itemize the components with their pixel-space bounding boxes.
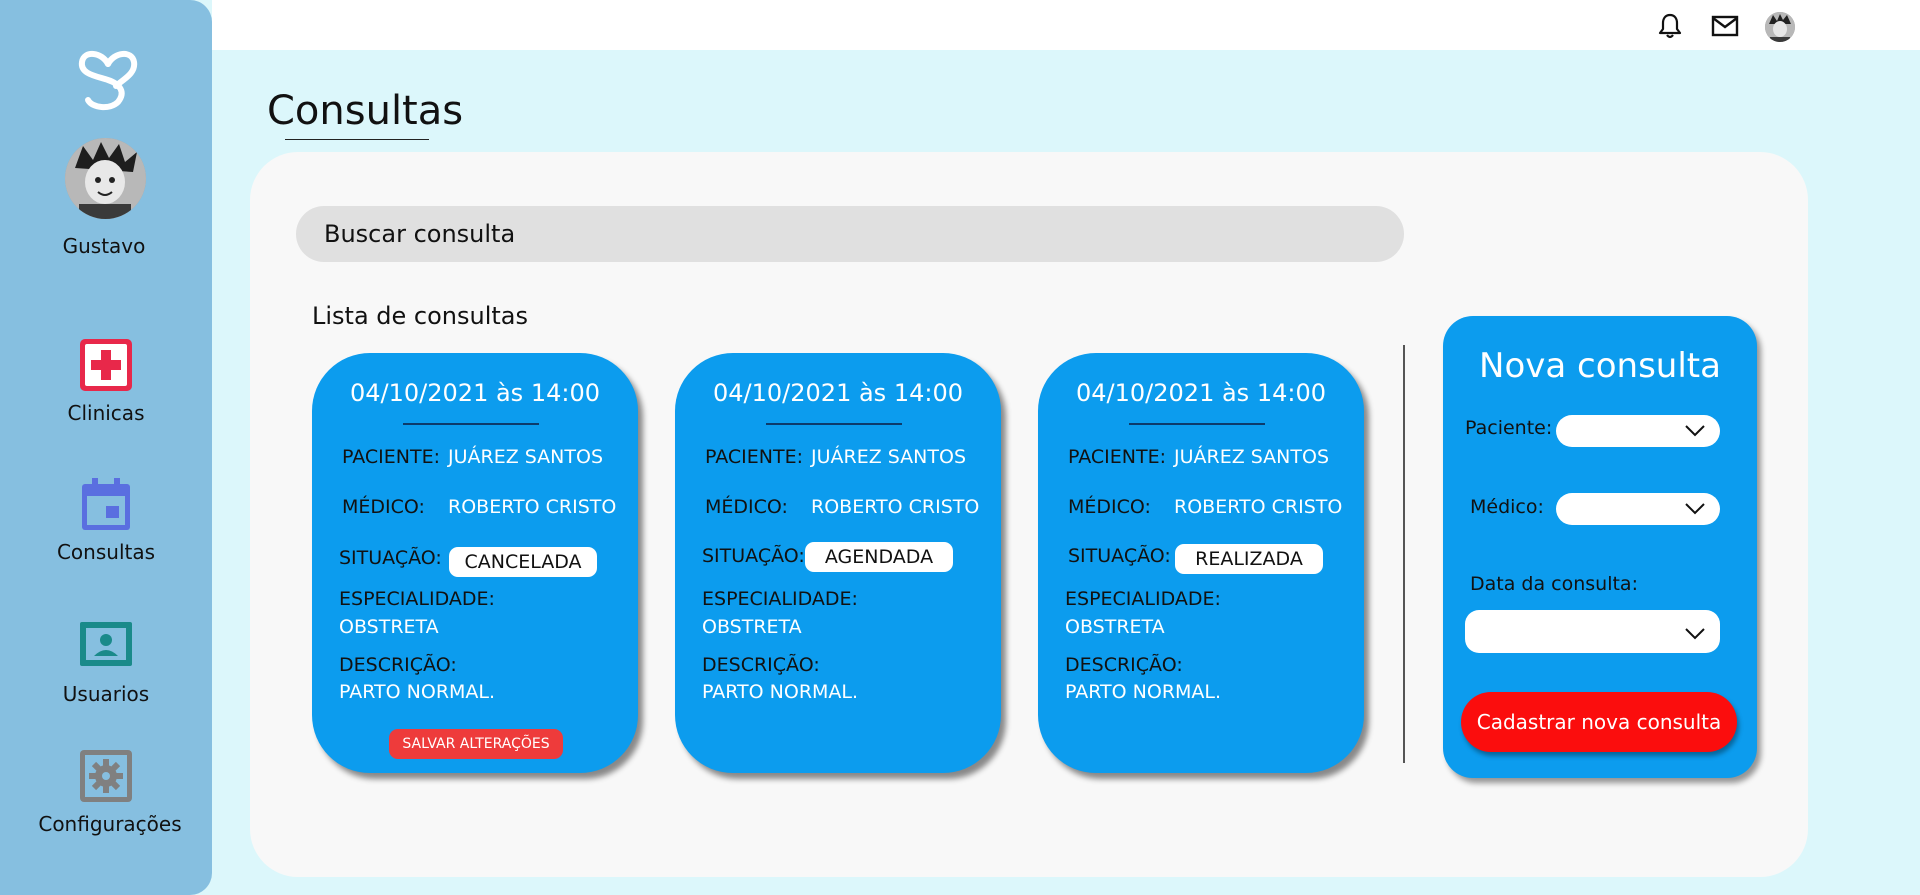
consultation-card: 04/10/2021 às 14:00 PACIENTE: JUÁREZ SAN… (675, 353, 1001, 773)
descricao-value: PARTO NORMAL. (339, 681, 496, 703)
descricao-value: PARTO NORMAL. (1065, 681, 1222, 703)
card-date: 04/10/2021 às 14:00 (1076, 379, 1326, 407)
medico-label: Médico: (1470, 496, 1544, 518)
especialidade-value: OBSTRETA (1065, 616, 1165, 638)
search-input[interactable] (296, 206, 1404, 262)
especialidade-label: ESPECIALIDADE: (702, 588, 858, 610)
status-badge[interactable]: CANCELADA (449, 547, 597, 577)
situacao-label: SITUAÇÃO: (339, 547, 442, 569)
paciente-label: PACIENTE: (342, 446, 441, 468)
card-date: 04/10/2021 às 14:00 (713, 379, 963, 407)
user-name: Gustavo (62, 234, 146, 258)
medico-label: MÉDICO: (705, 496, 788, 518)
status-badge[interactable]: REALIZADA (1175, 544, 1323, 574)
bell-icon[interactable] (1656, 12, 1684, 40)
divider (1129, 423, 1265, 425)
paciente-label: Paciente: (1465, 417, 1553, 439)
title-underline (285, 139, 429, 140)
chevron-down-icon (1685, 503, 1705, 515)
page-title: Consultas (267, 88, 464, 134)
heart-s-logo-icon[interactable] (76, 46, 140, 114)
paciente-value: JUÁREZ SANTOS (811, 446, 967, 468)
data-consulta-label: Data da consulta: (1470, 573, 1638, 595)
situacao-label: SITUAÇÃO: (1068, 545, 1171, 567)
descricao-label: DESCRIÇÃO: (339, 654, 457, 676)
sidebar-item-label: Consultas (56, 540, 156, 564)
paciente-value: JUÁREZ SANTOS (1174, 446, 1330, 468)
descricao-label: DESCRIÇÃO: (702, 654, 820, 676)
new-consultation-title: Nova consulta (1479, 346, 1721, 386)
avatar[interactable] (65, 138, 146, 219)
paciente-select[interactable] (1556, 415, 1720, 447)
first-aid-icon (80, 339, 132, 391)
mail-icon[interactable] (1711, 12, 1739, 40)
paciente-label: PACIENTE: (705, 446, 804, 468)
paciente-value: JUÁREZ SANTOS (448, 446, 604, 468)
list-title: Lista de consultas (312, 302, 529, 330)
medico-value: ROBERTO CRISTO (1174, 496, 1343, 518)
divider (766, 423, 902, 425)
medico-select[interactable] (1556, 493, 1720, 525)
descricao-value: PARTO NORMAL. (702, 681, 859, 703)
avatar[interactable] (1765, 12, 1795, 42)
medico-value: ROBERTO CRISTO (448, 496, 617, 518)
consultation-card: 04/10/2021 às 14:00 PACIENTE: JUÁREZ SAN… (1038, 353, 1364, 773)
user-card-icon (80, 622, 132, 666)
sidebar-item-label: Configurações (38, 812, 182, 836)
sidebar: Gustavo Clinicas Consultas Usuarios Conf… (0, 0, 212, 895)
gear-icon (80, 750, 132, 802)
vertical-divider (1403, 345, 1405, 763)
sidebar-item-label: Clinicas (67, 401, 145, 425)
chevron-down-icon (1685, 628, 1705, 640)
status-badge[interactable]: AGENDADA (805, 542, 953, 572)
especialidade-label: ESPECIALIDADE: (1065, 588, 1221, 610)
calendar-icon (82, 478, 130, 530)
medico-label: MÉDICO: (1068, 496, 1151, 518)
date-select[interactable] (1465, 610, 1720, 653)
divider (403, 423, 539, 425)
especialidade-value: OBSTRETA (339, 616, 439, 638)
new-consultation-panel: Nova consulta Paciente: Médico: Data da … (1443, 316, 1757, 778)
card-date: 04/10/2021 às 14:00 (350, 379, 600, 407)
medico-value: ROBERTO CRISTO (811, 496, 980, 518)
descricao-label: DESCRIÇÃO: (1065, 654, 1183, 676)
submit-new-consultation-button[interactable]: Cadastrar nova consulta (1461, 692, 1737, 752)
chevron-down-icon (1685, 425, 1705, 437)
sidebar-item-label: Usuarios (62, 682, 150, 706)
save-changes-button[interactable]: SALVAR ALTERAÇÕES (389, 729, 563, 759)
situacao-label: SITUAÇÃO: (702, 545, 805, 567)
medico-label: MÉDICO: (342, 496, 425, 518)
paciente-label: PACIENTE: (1068, 446, 1167, 468)
consultation-card: 04/10/2021 às 14:00 PACIENTE: JUÁREZ SAN… (312, 353, 638, 773)
especialidade-label: ESPECIALIDADE: (339, 588, 495, 610)
especialidade-value: OBSTRETA (702, 616, 802, 638)
